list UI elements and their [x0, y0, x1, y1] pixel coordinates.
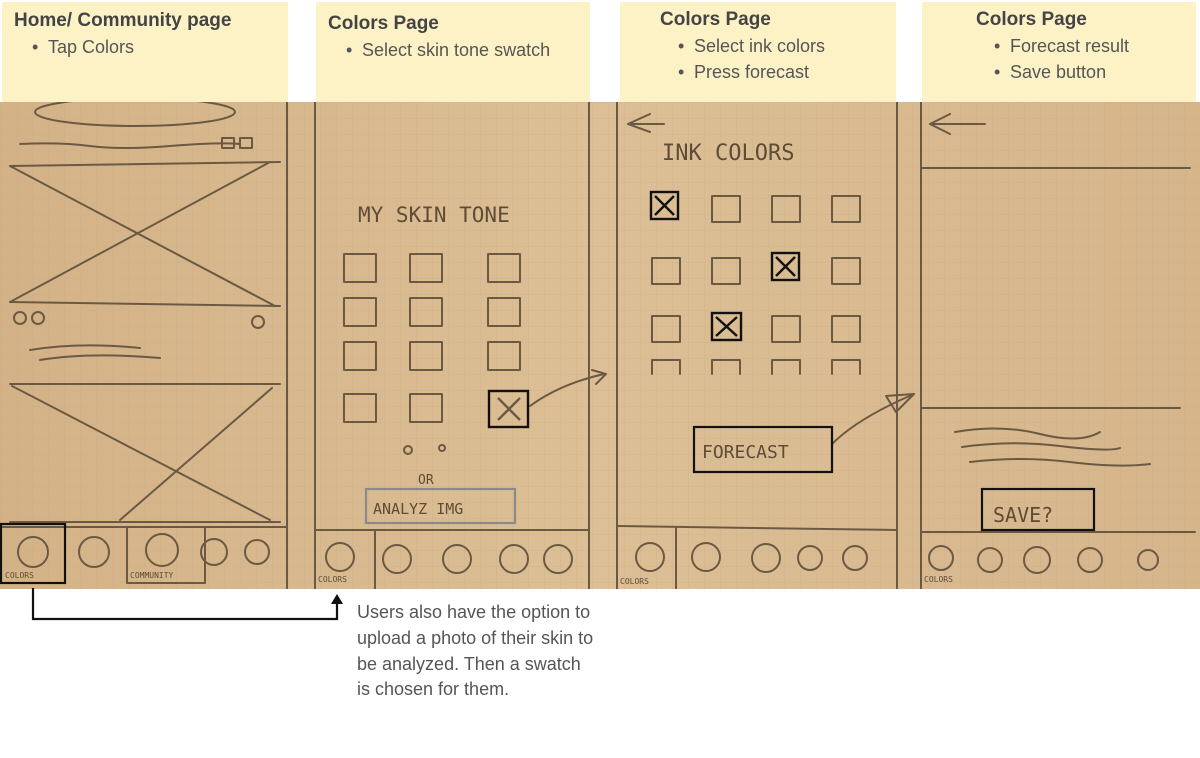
step-bullet: Select skin tone swatch [346, 37, 590, 63]
step-bullet: Select ink colors [678, 33, 896, 59]
step-bullet: Press forecast [678, 59, 896, 85]
step-header-1: Home/ Community page Tap Colors [2, 2, 288, 102]
connector-line [31, 588, 339, 621]
step-header-3: Colors Page Select ink colors Press fore… [620, 2, 896, 102]
or-label: OR [418, 473, 434, 488]
forecast-button-label: FORECAST [702, 442, 789, 463]
connector-arrow [31, 588, 343, 621]
step-title: Colors Page [660, 9, 771, 30]
step-bullets: Tap Colors [14, 34, 288, 60]
skin-tone-heading: MY SKIN TONE [358, 203, 510, 227]
sketch-paper: MY SKIN TONE OR ANALYZ IMG INK COLORS FO… [0, 102, 1200, 589]
step-header-4: Colors Page Forecast result Save button [922, 2, 1196, 102]
step-bullets: Forecast result Save button [976, 33, 1196, 85]
step-title: Colors Page [976, 9, 1087, 30]
step-header-2: Colors Page Select skin tone swatch [316, 2, 590, 102]
step-bullets: Select ink colors Press forecast [660, 33, 896, 85]
tab-colors-label: COLORS [924, 575, 953, 584]
step-bullet: Forecast result [994, 33, 1196, 59]
step-title: Colors Page [328, 13, 439, 34]
tab-colors-label: COLORS [5, 571, 34, 580]
tab-community-label: COMMUNITY [130, 571, 174, 580]
connector-arrowhead [331, 594, 343, 604]
ink-colors-heading: INK COLORS [662, 141, 794, 166]
step-bullet: Tap Colors [32, 34, 288, 60]
analyze-button-label: ANALYZ IMG [373, 500, 463, 518]
save-button-label: SAVE? [993, 503, 1053, 527]
step-bullet: Save button [994, 59, 1196, 85]
analyze-annotation: Users also have the option to upload a p… [357, 602, 594, 700]
tab-colors-label: COLORS [620, 577, 649, 586]
step-bullets: Select skin tone swatch [328, 37, 590, 63]
step-title: Home/ Community page [14, 10, 232, 31]
